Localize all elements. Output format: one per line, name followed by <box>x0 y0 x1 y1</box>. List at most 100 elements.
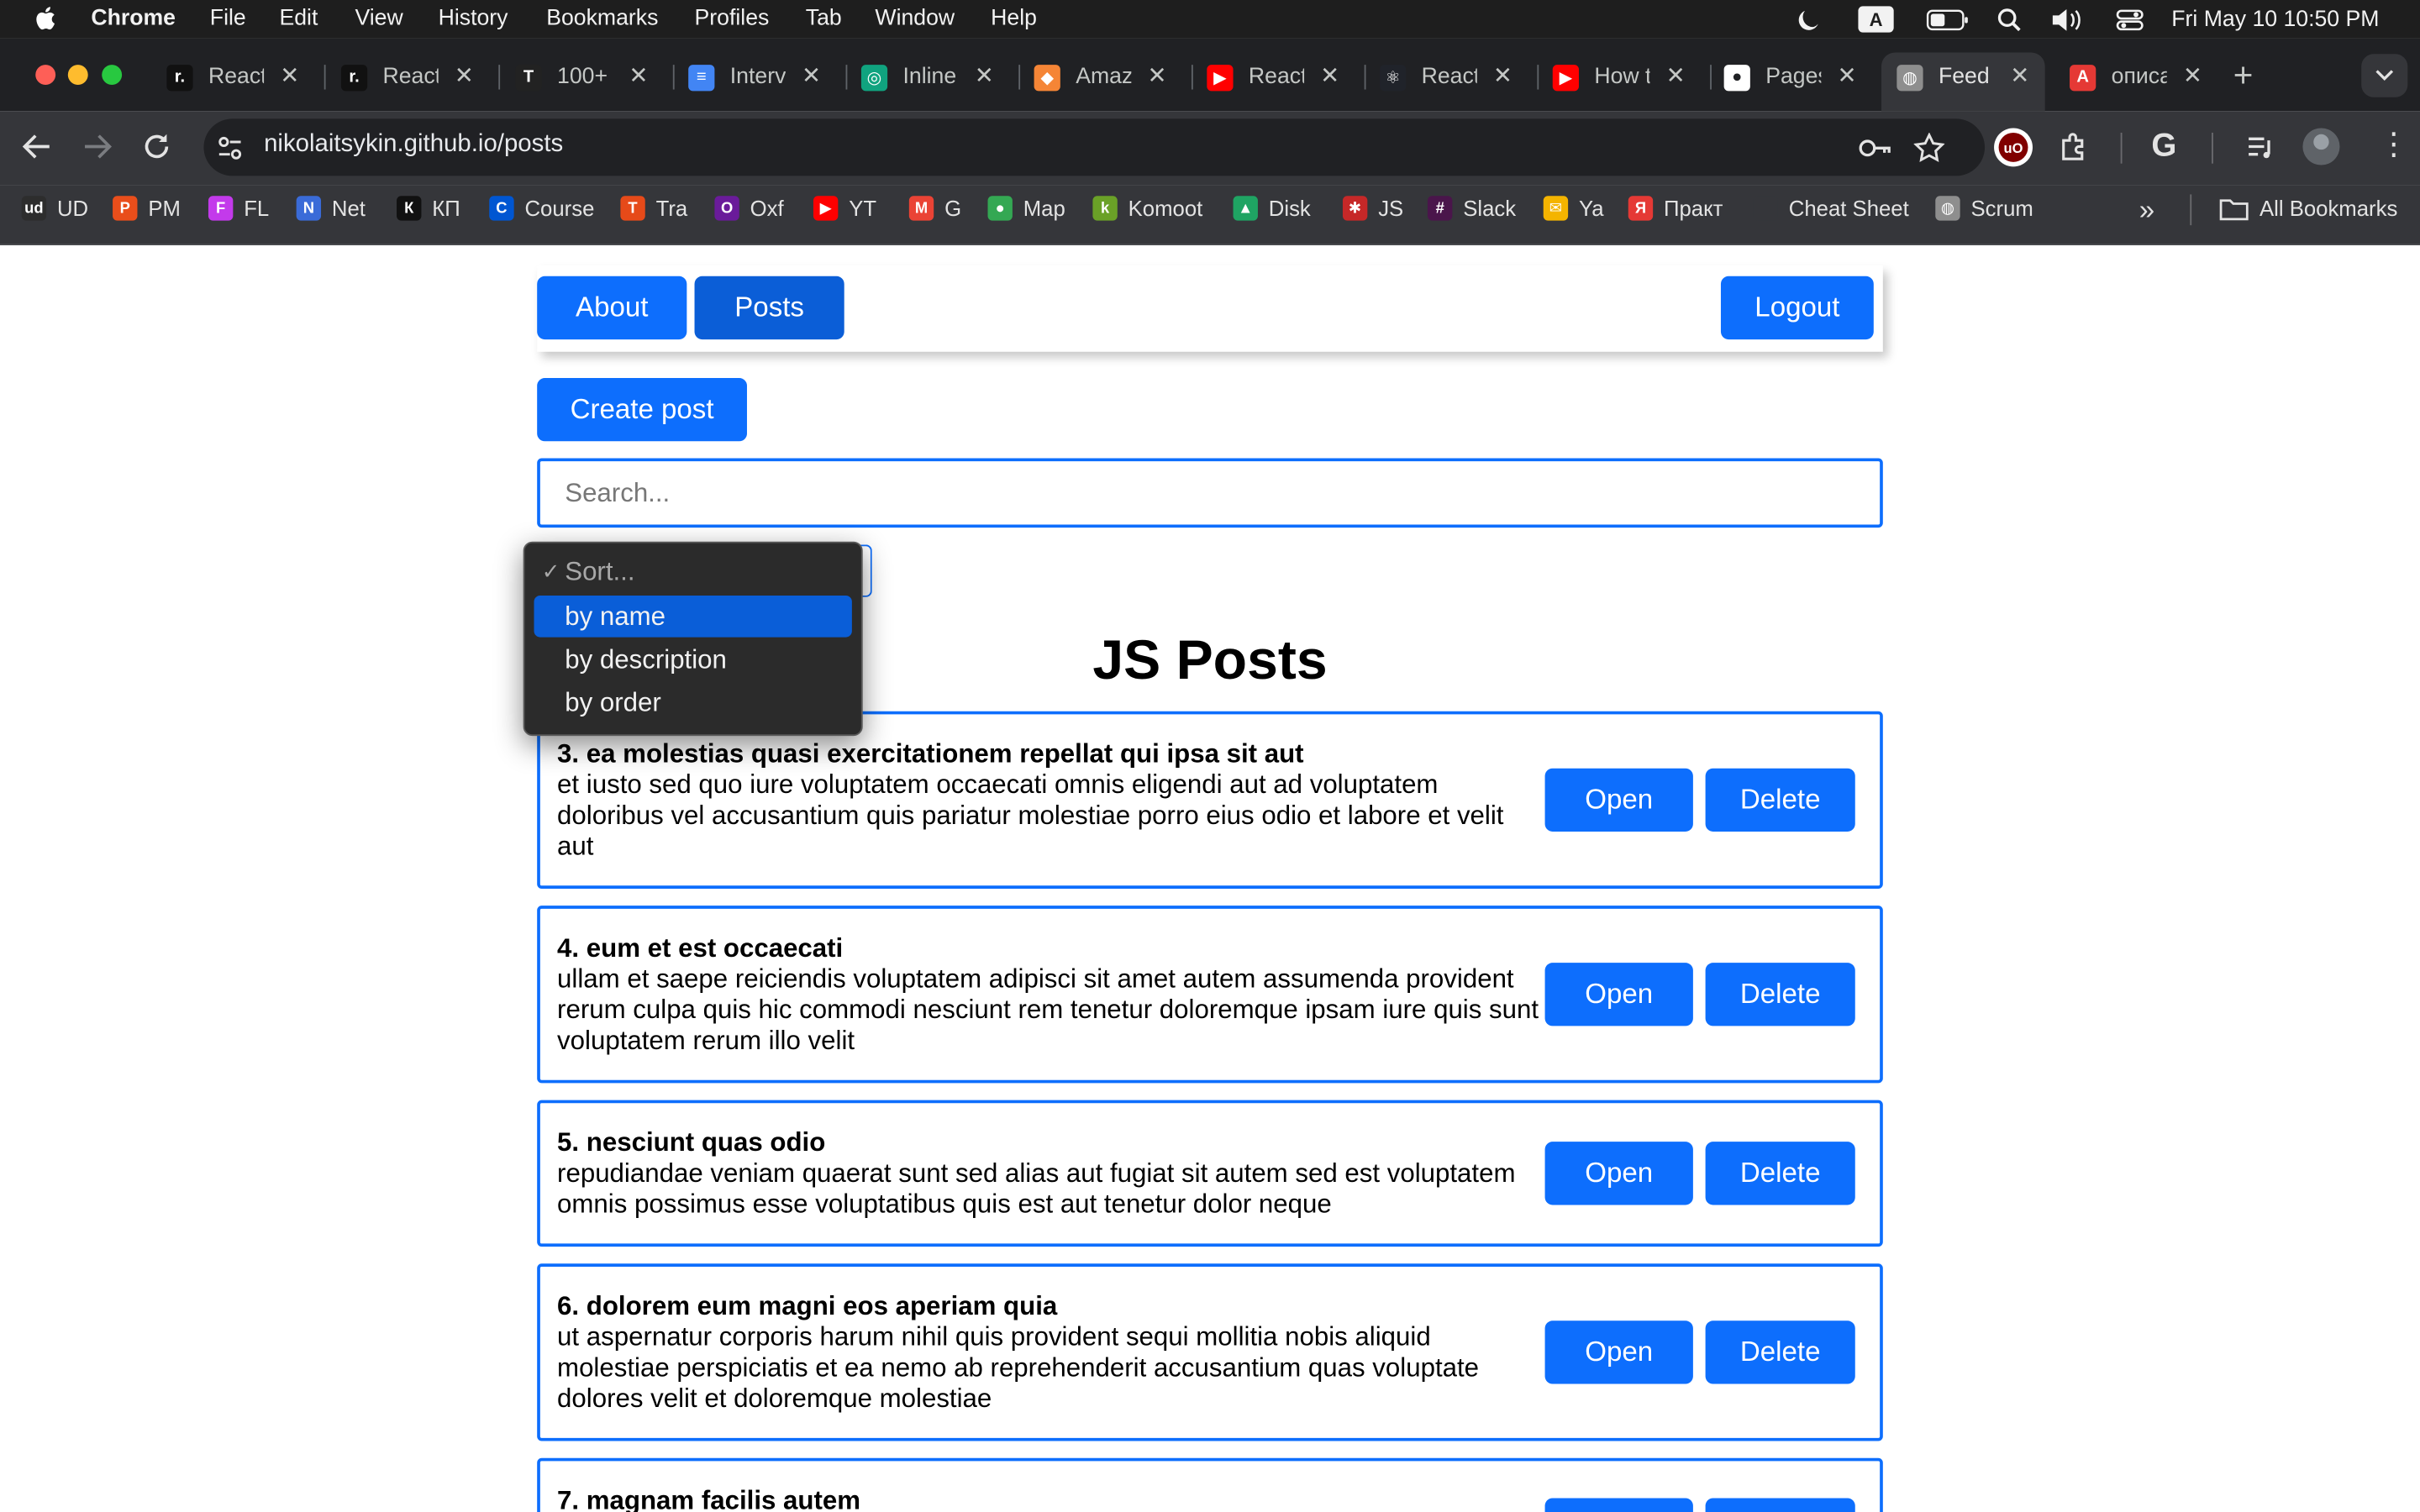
about-button[interactable]: About <box>537 276 687 340</box>
back-arrow-icon[interactable] <box>22 133 53 160</box>
browser-tab[interactable]: r. React ✕ <box>340 54 474 100</box>
posts-button[interactable]: Posts <box>694 276 844 340</box>
browser-tab[interactable]: ◎ Inline ✕ <box>860 54 994 100</box>
sort-option-placeholder[interactable]: ✓ Sort... <box>534 551 852 593</box>
close-tab-icon[interactable]: ✕ <box>1320 61 1339 89</box>
close-tab-icon[interactable]: ✕ <box>1493 61 1512 89</box>
close-window-icon[interactable] <box>35 65 56 86</box>
create-post-button[interactable]: Create post <box>537 378 747 442</box>
delete-post-button[interactable]: Delete <box>1705 1142 1855 1205</box>
close-tab-icon[interactable]: ✕ <box>1837 61 1856 89</box>
sort-option-by-description[interactable]: by description <box>534 638 852 680</box>
close-tab-icon[interactable]: ✕ <box>802 61 821 89</box>
bookmark-item[interactable]: P PM <box>113 196 181 221</box>
bookmark-item[interactable]: ◍ Scrum <box>1935 196 2033 221</box>
close-tab-icon[interactable]: ✕ <box>1666 61 1686 89</box>
bookmark-item[interactable]: T Tra <box>620 196 687 221</box>
do-not-disturb-moon-icon[interactable] <box>1795 5 1821 34</box>
close-tab-icon[interactable]: ✕ <box>1147 61 1166 89</box>
bookmark-item[interactable]: # Slack <box>1427 196 1516 221</box>
browser-tab[interactable]: ● Pages ✕ <box>1723 54 1857 100</box>
menu-app-chrome[interactable]: Chrome <box>91 6 176 30</box>
open-post-button[interactable]: Open <box>1544 1498 1693 1512</box>
close-tab-icon[interactable]: ✕ <box>455 61 474 89</box>
bookmark-item[interactable]: k Komoot <box>1092 196 1202 221</box>
close-tab-icon[interactable]: ✕ <box>2010 61 2029 89</box>
media-controls-icon[interactable] <box>2245 134 2276 162</box>
bookmark-item[interactable]: ● Map <box>987 196 1065 221</box>
browser-tab[interactable]: T 100+ ✕ <box>515 54 648 100</box>
url-text[interactable]: nikolaitsykin.github.io/posts <box>264 131 563 159</box>
browser-tab[interactable]: ⚛ React ✕ <box>1380 54 1512 100</box>
browser-tab[interactable]: ≡ Interv ✕ <box>688 54 821 100</box>
close-tab-icon[interactable]: ✕ <box>629 61 648 89</box>
logout-button[interactable]: Logout <box>1720 276 1874 340</box>
bookmark-item[interactable]: F FL <box>208 196 269 221</box>
browser-tab[interactable]: ◍ Feed ✕ <box>1897 54 2029 100</box>
delete-post-button[interactable]: Delete <box>1705 1320 1855 1384</box>
bookmark-item[interactable]: ▶ YT <box>813 196 876 221</box>
browser-tab[interactable]: r. React ✕ <box>166 54 299 100</box>
bookmark-item[interactable]: ud UD <box>21 196 88 221</box>
browser-tab[interactable]: ▶ React ✕ <box>1207 54 1339 100</box>
sort-option-by-order[interactable]: by order <box>534 682 852 724</box>
forward-arrow-icon[interactable] <box>82 133 113 160</box>
sort-option-by-name[interactable]: by name <box>534 595 852 638</box>
close-tab-icon[interactable]: ✕ <box>975 61 994 89</box>
bookmark-item[interactable]: ✉ Ya <box>1543 196 1604 221</box>
menubar-clock[interactable]: Fri May 10 10:50 PM <box>2171 5 2379 34</box>
bookmark-item[interactable]: O Oxf <box>714 196 784 221</box>
menu-edit[interactable]: Edit <box>279 6 318 30</box>
menu-window[interactable]: Window <box>875 6 955 30</box>
control-center-icon[interactable] <box>2116 5 2144 34</box>
bookmark-item[interactable]: N Net <box>296 196 366 221</box>
battery-icon[interactable] <box>1926 5 1969 34</box>
delete-post-button[interactable]: Delete <box>1705 768 1855 832</box>
zoom-window-icon[interactable] <box>102 65 123 86</box>
more-bookmarks-chevron-icon[interactable]: » <box>2139 194 2154 227</box>
browser-tab[interactable]: Aописа ✕ <box>2070 54 2202 100</box>
delete-post-button[interactable]: Delete <box>1705 1498 1855 1512</box>
close-tab-icon[interactable]: ✕ <box>280 61 299 89</box>
tab-search-button[interactable] <box>2361 54 2408 97</box>
password-key-icon[interactable] <box>1858 134 1891 162</box>
close-tab-icon[interactable]: ✕ <box>2183 61 2202 89</box>
open-post-button[interactable]: Open <box>1544 1142 1693 1205</box>
search-input[interactable]: Search... <box>537 458 1883 528</box>
delete-post-button[interactable]: Delete <box>1705 963 1855 1026</box>
new-tab-plus-icon[interactable]: + <box>2233 55 2254 96</box>
bookmark-item[interactable]: MG <box>908 196 961 221</box>
spotlight-search-icon[interactable] <box>1997 5 2022 34</box>
google-g-icon[interactable]: G <box>2151 128 2176 165</box>
open-post-button[interactable]: Open <box>1544 963 1693 1026</box>
input-source-indicator[interactable]: A <box>1858 5 1894 34</box>
apple-icon[interactable] <box>34 6 55 30</box>
bookmark-item[interactable]: Я Практ <box>1628 196 1723 221</box>
bookmark-item[interactable]: ✱ JS <box>1342 196 1403 221</box>
ublock-origin-icon[interactable]: uO <box>1994 128 2033 167</box>
minimize-window-icon[interactable] <box>67 65 88 86</box>
open-post-button[interactable]: Open <box>1544 1320 1693 1384</box>
bookmark-item[interactable]: Cheat Sheet <box>1753 196 1909 221</box>
volume-icon[interactable] <box>2049 5 2086 34</box>
all-bookmarks-folder[interactable]: All Bookmarks <box>2219 196 2397 221</box>
bookmark-item[interactable]: C Course <box>489 196 594 221</box>
menu-history[interactable]: History <box>439 6 508 30</box>
browser-tab[interactable]: ▶ How t ✕ <box>1552 54 1686 100</box>
menu-file[interactable]: File <box>210 6 246 30</box>
bookmark-item[interactable]: ▲ Disk <box>1233 196 1311 221</box>
menu-profiles[interactable]: Profiles <box>695 6 770 30</box>
profile-avatar[interactable] <box>2302 128 2340 165</box>
bookmark-item[interactable]: К КП <box>397 196 460 221</box>
open-post-button[interactable]: Open <box>1544 768 1693 832</box>
reload-icon[interactable] <box>142 133 173 160</box>
kebab-menu-icon[interactable]: ⋮ <box>2378 129 2409 160</box>
browser-tab[interactable]: ◆ Amaz ✕ <box>1034 54 1167 100</box>
site-settings-tune-icon[interactable] <box>216 134 244 162</box>
menu-help[interactable]: Help <box>991 6 1037 30</box>
menu-tab[interactable]: Tab <box>806 6 842 30</box>
menu-bookmarks[interactable]: Bookmarks <box>546 6 658 30</box>
bookmark-star-icon[interactable] <box>1913 132 1945 162</box>
extensions-puzzle-icon[interactable] <box>2059 131 2090 162</box>
menu-view[interactable]: View <box>355 6 402 30</box>
